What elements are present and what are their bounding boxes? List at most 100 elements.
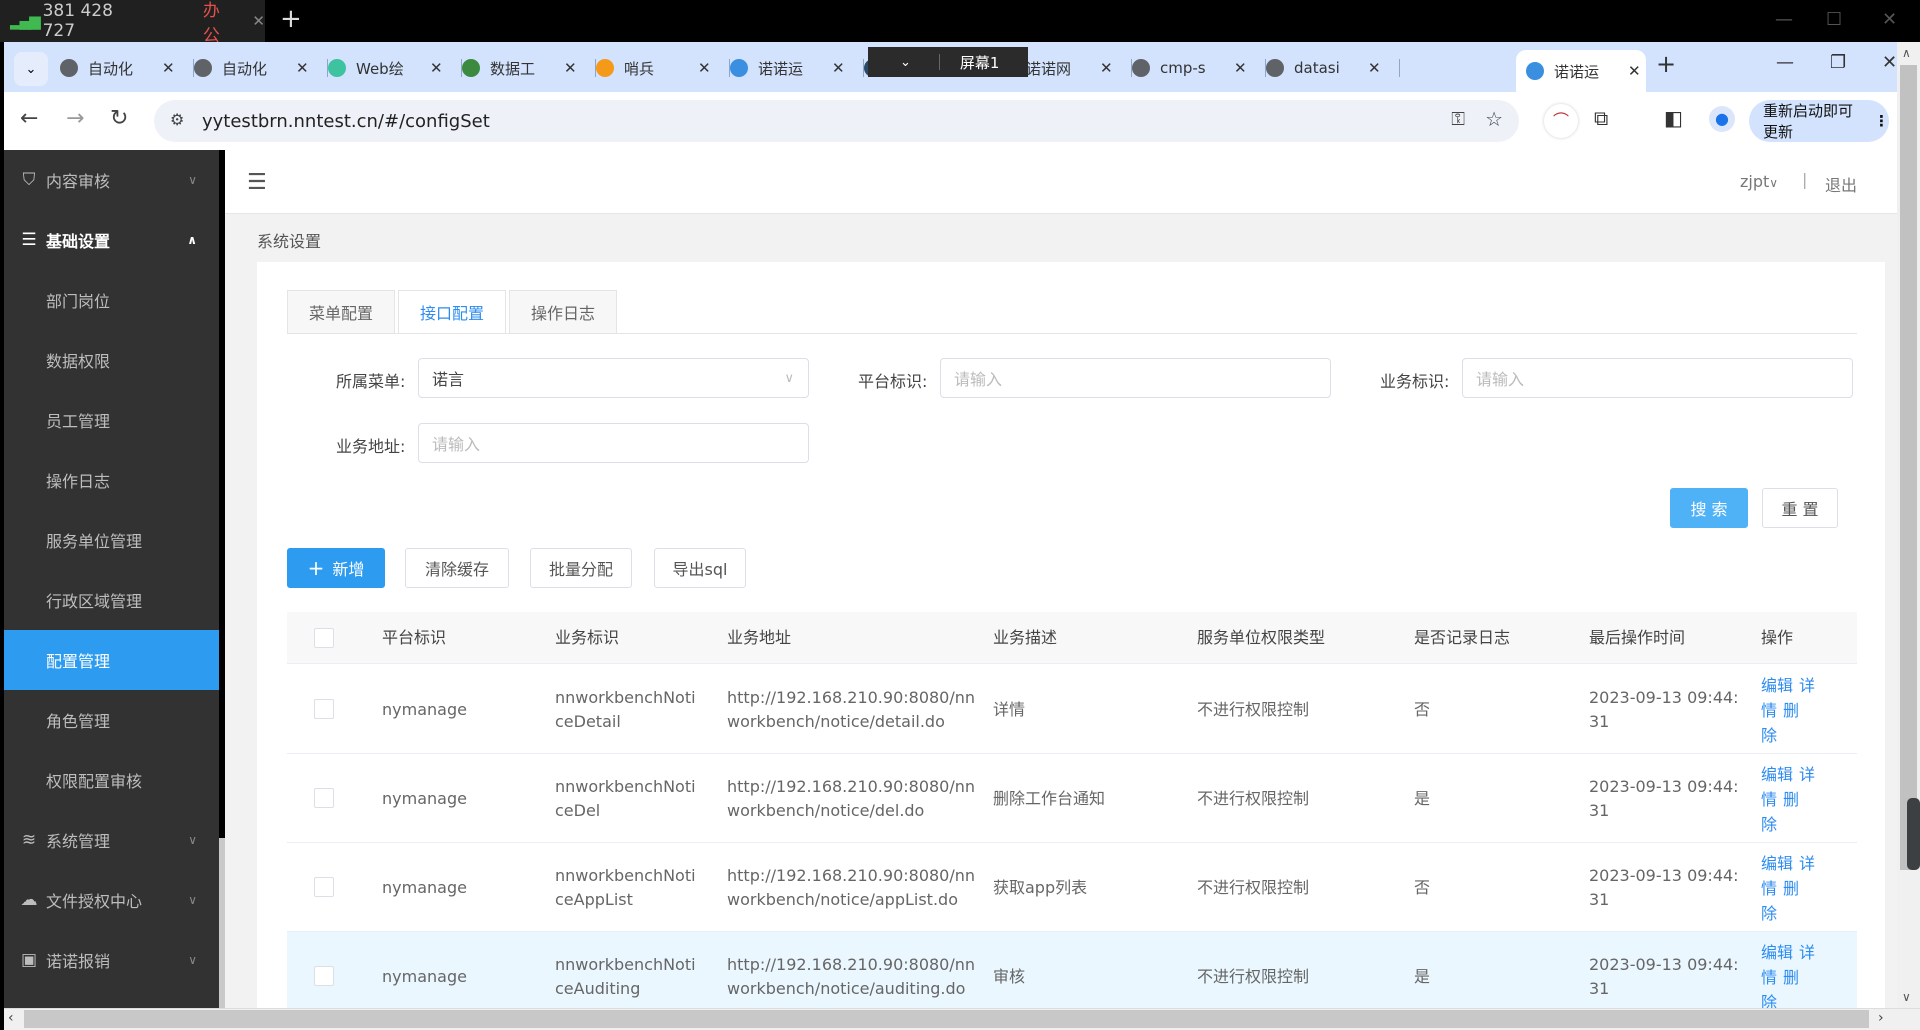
biz-addr-input[interactable]: 请输入: [418, 423, 809, 463]
sidebar-item-content-review[interactable]: ⛉ 内容审核 ∨: [4, 150, 219, 210]
column-header[interactable]: 操作: [1761, 625, 1793, 650]
sidebar-item-permission-review[interactable]: 权限配置审核: [4, 750, 219, 810]
new-workspace-button[interactable]: +: [280, 4, 302, 34]
update-button[interactable]: 重新启动即可更新 ⋮: [1749, 100, 1889, 142]
reset-button[interactable]: 重 置: [1762, 488, 1838, 528]
close-tab-icon[interactable]: ✕: [698, 59, 711, 77]
close-tab-icon[interactable]: ✕: [1368, 59, 1381, 77]
browser-tab-cmp[interactable]: cmp-s ✕: [1132, 50, 1266, 86]
scroll-up-icon[interactable]: ∧: [1902, 46, 1911, 60]
address-bar[interactable]: ⚙ yytestbrn.nntest.cn/#/configSet ⚿ ☆: [154, 100, 1519, 142]
edit-link[interactable]: 编辑: [1761, 854, 1793, 873]
select-all-checkbox[interactable]: [314, 628, 334, 648]
close-tab-icon[interactable]: ✕: [296, 59, 309, 77]
sidebar-item-service-unit-mgmt[interactable]: 服务单位管理: [4, 510, 219, 570]
vertical-scroll-thumb[interactable]: [1900, 65, 1917, 870]
sidebar-item-basic-settings[interactable]: ☰ 基础设置 ∧: [4, 210, 219, 270]
close-tab-icon[interactable]: ✕: [430, 59, 443, 77]
reload-button[interactable]: ↻: [110, 106, 128, 131]
sidebar-item-operation-log[interactable]: 操作日志: [4, 450, 219, 510]
tab-search-chevron-icon[interactable]: ⌄: [14, 52, 48, 86]
bookmark-star-icon[interactable]: ☆: [1485, 107, 1503, 131]
url-text[interactable]: yytestbrn.nntest.cn/#/configSet: [202, 111, 490, 132]
menu-select[interactable]: 诺言 ∨: [418, 358, 809, 398]
close-window-icon[interactable]: ✕: [1882, 52, 1897, 73]
browser-tab-data-tool[interactable]: 数据工 ✕: [462, 50, 596, 86]
close-tab-icon[interactable]: ✕: [1234, 59, 1247, 77]
extensions-puzzle-icon[interactable]: ⧉: [1594, 106, 1608, 130]
scroll-down-icon[interactable]: ∨: [1902, 990, 1911, 1004]
table-row[interactable]: nymanage nnworkbenchNoti ceAuditing http://…: [287, 932, 1857, 1010]
close-tab-icon[interactable]: ✕: [832, 59, 845, 77]
extension-icon[interactable]: ⌒: [1544, 104, 1578, 138]
logout-link[interactable]: 退出: [1825, 172, 1857, 196]
os-maximize-icon[interactable]: ☐: [1826, 9, 1842, 30]
close-tab-icon[interactable]: ✕: [1100, 59, 1113, 77]
row-checkbox[interactable]: [314, 788, 334, 808]
os-close-icon[interactable]: ✕: [1882, 9, 1897, 30]
collapse-menu-icon[interactable]: ☰: [247, 170, 267, 195]
side-panel-icon[interactable]: ◧: [1664, 106, 1683, 130]
row-checkbox[interactable]: [314, 699, 334, 719]
sidebar-item-region-mgmt[interactable]: 行政区域管理: [4, 570, 219, 630]
sidebar-item-role-mgmt[interactable]: 角色管理: [4, 690, 219, 750]
close-tab-icon[interactable]: ✕: [162, 59, 175, 77]
table-row[interactable]: nymanage nnworkbenchNoti ceDel http://192.1…: [287, 754, 1857, 843]
column-header[interactable]: 业务描述: [993, 625, 1057, 650]
column-header[interactable]: 是否记录日志: [1414, 625, 1510, 650]
edit-link[interactable]: 编辑: [1761, 765, 1793, 784]
sidebar-item-dept-position[interactable]: 部门岗位: [4, 270, 219, 330]
browser-tab-nuonuo-ops-active[interactable]: 诺诺运 ✕: [1516, 50, 1646, 92]
batch-assign-button[interactable]: 批量分配: [530, 548, 632, 588]
close-tab-icon[interactable]: ✕: [1628, 62, 1641, 80]
screen-share-overlay[interactable]: ⌄ 屏幕1: [868, 47, 1028, 77]
sidebar-item-employee-mgmt[interactable]: 员工管理: [4, 390, 219, 450]
column-header[interactable]: 业务地址: [727, 625, 791, 650]
browser-tab-automation-2[interactable]: 自动化 ✕: [194, 50, 328, 86]
browser-tab-automation[interactable]: 自动化 ✕: [60, 50, 194, 86]
search-button[interactable]: 搜 索: [1670, 488, 1748, 528]
forward-button[interactable]: →: [66, 106, 84, 131]
menu-kebab-icon[interactable]: ⋮: [1874, 112, 1889, 130]
close-icon[interactable]: ✕: [252, 12, 265, 30]
close-tab-icon[interactable]: ✕: [564, 59, 577, 77]
browser-tab-web[interactable]: Web绘 ✕: [328, 50, 462, 86]
scroll-right-icon[interactable]: ›: [1878, 1010, 1884, 1026]
tab-operation-log[interactable]: 操作日志: [509, 290, 617, 334]
biz-id-input[interactable]: 请输入: [1462, 358, 1853, 398]
tab-api-config[interactable]: 接口配置: [398, 290, 506, 334]
platform-input[interactable]: 请输入: [940, 358, 1331, 398]
chevron-down-icon[interactable]: ⌄: [900, 55, 911, 70]
column-header[interactable]: 平台标识: [382, 625, 446, 650]
key-icon[interactable]: ⚿: [1451, 109, 1465, 130]
sidebar-item-file-auth-center[interactable]: ☁ 文件授权中心 ∨: [4, 870, 219, 930]
restore-icon[interactable]: ❐: [1830, 52, 1846, 73]
user-menu[interactable]: zjpt∨: [1740, 172, 1778, 191]
os-workspace-tab[interactable]: ▂▄▆ 381 428 727 办公 ✕: [0, 0, 265, 46]
sidebar-item-nuonuo-reimburse[interactable]: ▣ 诺诺报销 ∨: [4, 930, 219, 990]
column-header[interactable]: 服务单位权限类型: [1197, 625, 1325, 650]
sidebar-item-data-permission[interactable]: 数据权限: [4, 330, 219, 390]
edit-link[interactable]: 编辑: [1761, 943, 1793, 962]
minimize-icon[interactable]: —: [1776, 52, 1794, 73]
column-header[interactable]: 最后操作时间: [1589, 625, 1685, 650]
tab-menu-config[interactable]: 菜单配置: [287, 290, 395, 334]
row-checkbox[interactable]: [314, 877, 334, 897]
column-header[interactable]: 业务标识: [555, 625, 619, 650]
horizontal-scroll-thumb[interactable]: [24, 1010, 1869, 1028]
site-settings-icon[interactable]: ⚙: [170, 110, 184, 129]
back-button[interactable]: ←: [20, 106, 38, 131]
table-row[interactable]: nymanage nnworkbenchNoti ceAppList http://1…: [287, 843, 1857, 932]
scroll-left-icon[interactable]: ‹: [8, 1010, 14, 1026]
export-sql-button[interactable]: 导出sql: [654, 548, 746, 588]
browser-tab-nuonuo-ops[interactable]: 诺诺运 ✕: [730, 50, 864, 86]
profile-avatar-icon[interactable]: ●: [1709, 106, 1735, 132]
add-button[interactable]: + 新增: [287, 548, 385, 588]
table-row[interactable]: nymanage nnworkbenchNoti ceDetail http://19…: [287, 665, 1857, 754]
edit-link[interactable]: 编辑: [1761, 676, 1793, 695]
sidebar-item-system-mgmt[interactable]: ≋ 系统管理 ∨: [4, 810, 219, 870]
row-checkbox[interactable]: [314, 966, 334, 986]
browser-tab-sentinel[interactable]: 哨兵 ✕: [596, 50, 730, 86]
sidebar-item-config-mgmt[interactable]: 配置管理: [4, 630, 219, 690]
clear-cache-button[interactable]: 清除缓存: [405, 548, 509, 588]
